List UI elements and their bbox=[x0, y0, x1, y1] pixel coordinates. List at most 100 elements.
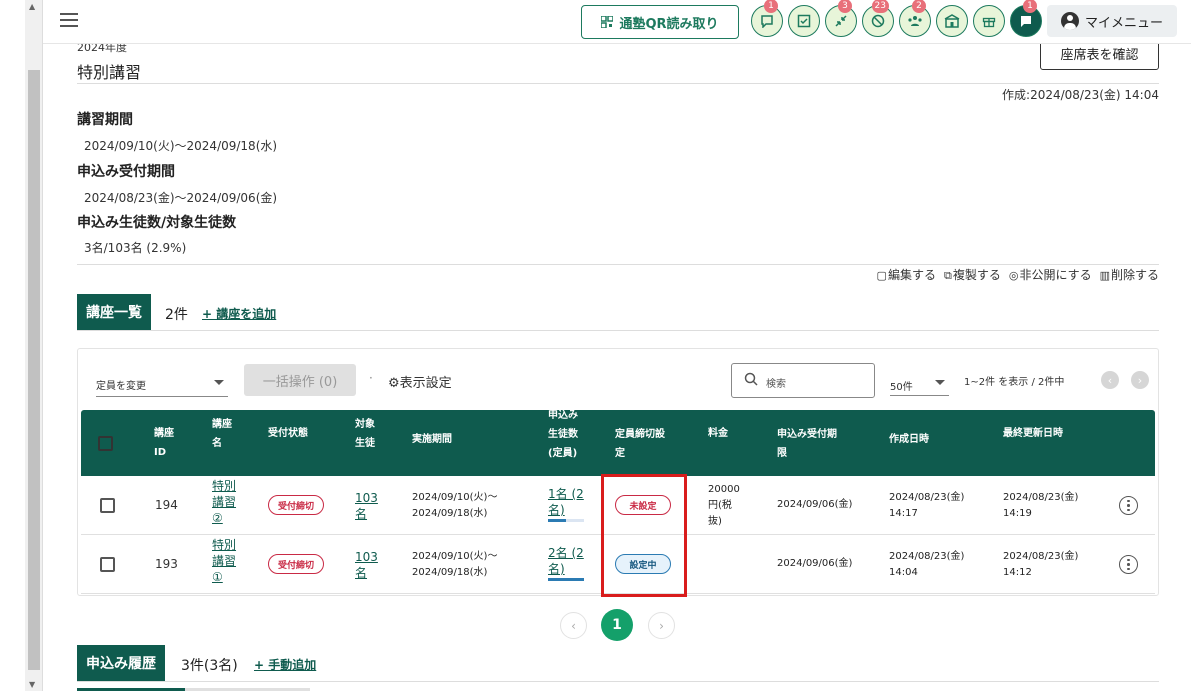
bulk-action-button[interactable]: 一括操作 (0) bbox=[244, 364, 356, 396]
course-actions: ▢編集する ⧉複製する ◎非公開にする ▥削除する bbox=[877, 266, 1159, 283]
course-name-link[interactable]: 特別 講習 ① bbox=[212, 537, 236, 585]
course-id: 193 bbox=[155, 557, 178, 571]
fee-cell: 20000 円(税 抜) bbox=[708, 484, 740, 527]
target-link[interactable]: 103 名 bbox=[355, 549, 378, 581]
capacity-select[interactable]: 定員を変更 bbox=[96, 369, 228, 397]
chat-badge: 1 bbox=[764, 0, 778, 13]
display-settings-button[interactable]: ⚙表示設定 bbox=[388, 372, 452, 391]
avatar-icon bbox=[1061, 12, 1079, 30]
shrink-arrows-icon[interactable]: 3 bbox=[825, 0, 857, 37]
edit-action[interactable]: ▢編集する bbox=[877, 266, 936, 283]
hamburger-menu-icon[interactable] bbox=[60, 13, 78, 27]
updated-cell: 2024/08/23(金) 14:19 bbox=[1003, 492, 1079, 519]
copy-action[interactable]: ⧉複製する bbox=[944, 266, 1001, 283]
manual-add-link[interactable]: + 手動追加 bbox=[254, 656, 316, 673]
gear-icon: ⚙ bbox=[388, 376, 400, 391]
col-deadline[interactable]: 申込み受付期限 bbox=[777, 425, 837, 463]
trash-icon: ▥ bbox=[1099, 269, 1110, 282]
more-options-icon[interactable] bbox=[1119, 496, 1138, 515]
prev-page-icon[interactable]: ‹ bbox=[1101, 371, 1119, 389]
col-fee[interactable]: 料金 bbox=[708, 424, 728, 443]
accept-period-label: 申込み受付期間 bbox=[77, 164, 175, 180]
checklist-icon[interactable] bbox=[788, 5, 820, 37]
chat-icon[interactable]: 1 bbox=[751, 0, 783, 37]
next-page-icon[interactable]: › bbox=[1131, 371, 1149, 389]
select-all-checkbox[interactable] bbox=[98, 436, 113, 451]
separator-dot: · bbox=[369, 371, 373, 385]
group-icon[interactable]: 2 bbox=[899, 0, 931, 37]
history-tab[interactable]: 申込み履歴 bbox=[77, 645, 165, 681]
per-page-value: 50件 bbox=[890, 382, 913, 393]
qr-scan-button[interactable]: 通塾QR読み取り bbox=[581, 5, 739, 39]
status-badge: 受付締切 bbox=[268, 495, 324, 515]
scroll-down-icon[interactable]: ▼ bbox=[29, 680, 35, 689]
col-created[interactable]: 作成日時 bbox=[889, 430, 929, 449]
applicants-link[interactable]: 2名 (2 名) bbox=[548, 545, 584, 577]
caret-down-icon bbox=[214, 380, 224, 385]
scroll-thumb[interactable] bbox=[28, 70, 40, 670]
table-header: 講座 ID 講座名 受付状態 対象 生徒 実施期間 申込み 生徒数 (定員) 定員締切設… bbox=[81, 410, 1155, 476]
my-menu-button[interactable]: マイメニュー bbox=[1047, 5, 1177, 37]
course-name-link[interactable]: 特別 講習 ② bbox=[212, 478, 236, 526]
applicants-link[interactable]: 1名 (2 名) bbox=[548, 486, 584, 518]
group-badge: 2 bbox=[912, 0, 926, 13]
shrink-badge: 3 bbox=[838, 0, 852, 13]
students-value: 3名/103名 (2.9%) bbox=[84, 241, 187, 255]
col-name[interactable]: 講座名 bbox=[212, 415, 232, 453]
pager-prev-icon[interactable]: ‹ bbox=[560, 612, 587, 639]
hide-action[interactable]: ◎非公開にする bbox=[1009, 266, 1092, 283]
col-id[interactable]: 講座 ID bbox=[154, 424, 174, 462]
school-icon[interactable] bbox=[936, 5, 968, 37]
col-status[interactable]: 受付状態 bbox=[268, 424, 308, 443]
search-placeholder: 検索 bbox=[766, 379, 786, 390]
period-value: 2024/09/10(火)〜2024/09/18(水) bbox=[84, 139, 278, 153]
left-rail bbox=[0, 0, 25, 691]
period-cell: 2024/09/10(火)〜 2024/09/18(水) bbox=[412, 551, 498, 578]
students-label: 申込み生徒数/対象生徒数 bbox=[77, 215, 237, 231]
deadline-cell: 2024/09/06(金) bbox=[777, 499, 853, 510]
created-timestamp: 作成:2024/08/23(金) 14:04 bbox=[1002, 88, 1159, 102]
delete-action[interactable]: ▥削除する bbox=[1100, 266, 1159, 283]
message-badge: 1 bbox=[1023, 0, 1037, 13]
period-label: 講習期間 bbox=[77, 112, 133, 128]
divider bbox=[77, 330, 1159, 331]
caret-down-icon bbox=[935, 380, 945, 385]
scroll-up-icon[interactable]: ▲ bbox=[29, 2, 35, 11]
qr-icon bbox=[601, 16, 614, 28]
qr-scan-label: 通塾QR読み取り bbox=[619, 16, 719, 32]
range-info: 1~2件 を表示 / 2件中 bbox=[964, 377, 1065, 388]
period-cell: 2024/09/10(火)〜 2024/09/18(水) bbox=[412, 492, 498, 519]
pager-current-page[interactable]: 1 bbox=[601, 609, 633, 641]
eye-off-icon: ◎ bbox=[1008, 269, 1019, 282]
page-title: 特別講習 bbox=[77, 63, 142, 82]
col-capacity[interactable]: 定員締切設定 bbox=[615, 425, 665, 463]
capacity-select-label: 定員を変更 bbox=[96, 381, 146, 392]
col-applicants[interactable]: 申込み 生徒数 (定員) bbox=[548, 406, 578, 463]
created-cell: 2024/08/23(金) 14:04 bbox=[889, 551, 965, 578]
no-location-icon[interactable]: 23 bbox=[862, 0, 894, 37]
add-course-link[interactable]: + 講座を追加 bbox=[202, 305, 276, 322]
applicants-bar-fill bbox=[548, 578, 584, 581]
search-input[interactable]: 検索 bbox=[731, 363, 875, 398]
target-link[interactable]: 103 名 bbox=[355, 490, 378, 522]
per-page-select[interactable]: 50件 bbox=[890, 369, 949, 396]
updated-cell: 2024/08/23(金) 14:12 bbox=[1003, 551, 1079, 578]
col-period[interactable]: 実施期間 bbox=[412, 430, 452, 449]
more-options-icon[interactable] bbox=[1119, 555, 1138, 574]
message-icon[interactable]: 1 bbox=[1010, 0, 1042, 37]
col-target[interactable]: 対象 生徒 bbox=[355, 415, 375, 453]
row-checkbox[interactable] bbox=[100, 498, 115, 513]
vertical-scrollbar[interactable]: ▲ ▼ bbox=[25, 0, 43, 691]
gift-icon[interactable] bbox=[973, 5, 1005, 37]
courses-tab[interactable]: 講座一覧 bbox=[77, 294, 151, 330]
my-menu-label: マイメニュー bbox=[1085, 15, 1164, 31]
course-id: 194 bbox=[155, 498, 178, 512]
deadline-cell: 2024/09/06(金) bbox=[777, 558, 853, 569]
col-updated[interactable]: 最終更新日時 bbox=[1003, 424, 1063, 443]
row-checkbox[interactable] bbox=[100, 557, 115, 572]
courses-count: 2件 bbox=[165, 307, 188, 323]
applicants-bar-fill bbox=[548, 519, 566, 522]
created-cell: 2024/08/23(金) 14:17 bbox=[889, 492, 965, 519]
status-badge: 受付締切 bbox=[268, 554, 324, 574]
pager-next-icon[interactable]: › bbox=[648, 612, 675, 639]
